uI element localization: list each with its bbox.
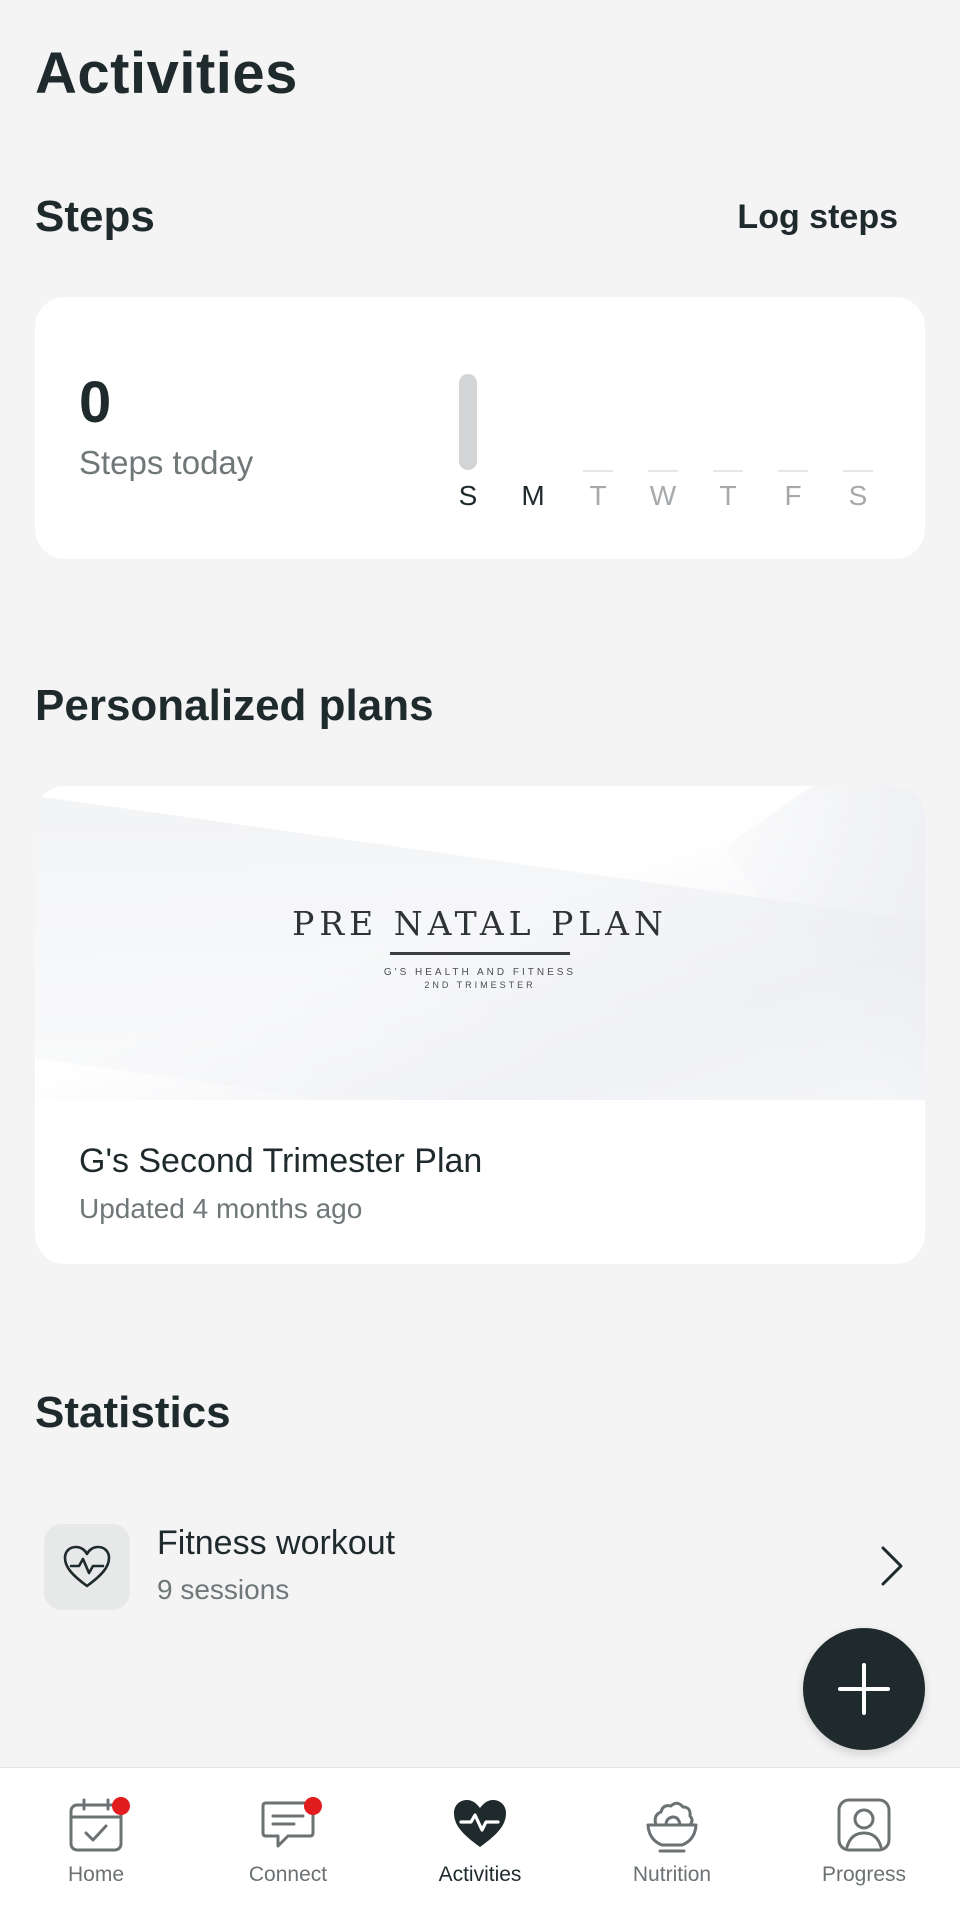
banner-subtitle: G'S HEALTH AND FITNESS <box>383 967 577 978</box>
person-frame-icon <box>834 1795 894 1855</box>
day-column: S <box>443 362 493 512</box>
day-column: F <box>768 362 818 512</box>
nav-label: Nutrition <box>632 1863 712 1886</box>
stat-title: Fitness workout <box>157 1524 396 1562</box>
banner-title: PRE NATAL PLAN <box>292 904 668 943</box>
plan-name: G's Second Trimester Plan <box>79 1142 483 1180</box>
add-activity-button[interactable] <box>803 1628 925 1750</box>
stat-subtitle: 9 sessions <box>157 1574 290 1605</box>
statistics-section-title: Statistics <box>35 1388 231 1437</box>
log-steps-button[interactable]: Log steps <box>737 198 898 237</box>
heart-pulse-icon <box>44 1524 130 1610</box>
day-column: S <box>833 362 883 512</box>
steps-section-title: Steps <box>35 192 155 241</box>
banner-subtitle-2: 2ND TRIMESTER <box>424 980 536 990</box>
day-track <box>843 470 873 472</box>
notification-badge <box>304 1797 322 1815</box>
page-title: Activities <box>35 41 298 106</box>
weekly-steps-chart: S M T W T F S <box>443 362 898 512</box>
plus-icon <box>838 1663 890 1715</box>
day-track <box>713 470 743 472</box>
nav-item-progress[interactable]: Progress <box>768 1768 960 1921</box>
nav-item-nutrition[interactable]: Nutrition <box>576 1768 768 1921</box>
day-label: T <box>589 480 607 511</box>
day-label: M <box>521 480 545 511</box>
day-bar <box>459 374 477 470</box>
nav-label: Activities <box>438 1863 522 1886</box>
plan-card[interactable]: PRE NATAL PLAN G'S HEALTH AND FITNESS 2N… <box>35 786 925 1264</box>
fitness-workout-row[interactable]: Fitness workout 9 sessions <box>35 1510 925 1622</box>
day-track <box>778 470 808 472</box>
notification-badge <box>112 1797 130 1815</box>
nav-item-home[interactable]: Home <box>0 1768 192 1921</box>
food-bowl-icon <box>642 1795 702 1855</box>
day-label: F <box>784 480 802 511</box>
chevron-right-icon <box>879 1544 905 1593</box>
nav-item-activities[interactable]: Activities <box>384 1768 576 1921</box>
steps-card[interactable]: 0 Steps today S M T W T F S <box>35 297 925 559</box>
plan-banner-image: PRE NATAL PLAN G'S HEALTH AND FITNESS 2N… <box>35 786 925 1100</box>
day-column: W <box>638 362 688 512</box>
day-track <box>648 470 678 472</box>
plans-section-title: Personalized plans <box>35 681 434 730</box>
steps-today-label: Steps today <box>79 444 254 481</box>
bottom-navigation: Home Connect Activities Nutrition Progre… <box>0 1767 960 1921</box>
day-track <box>583 470 613 472</box>
heart-pulse-icon <box>450 1795 510 1855</box>
plan-updated-text: Updated 4 months ago <box>79 1193 363 1224</box>
day-column: T <box>573 362 623 512</box>
nav-item-connect[interactable]: Connect <box>192 1768 384 1921</box>
day-label: T <box>719 480 737 511</box>
day-column: M <box>508 362 558 512</box>
day-column: T <box>703 362 753 512</box>
nav-label: Connect <box>248 1863 328 1886</box>
day-label: S <box>848 480 868 511</box>
banner-divider <box>390 952 570 955</box>
nav-label: Progress <box>821 1863 907 1886</box>
day-label: W <box>649 480 677 511</box>
nav-label: Home <box>67 1863 125 1886</box>
day-label: S <box>458 480 478 511</box>
steps-count: 0 <box>79 370 112 435</box>
